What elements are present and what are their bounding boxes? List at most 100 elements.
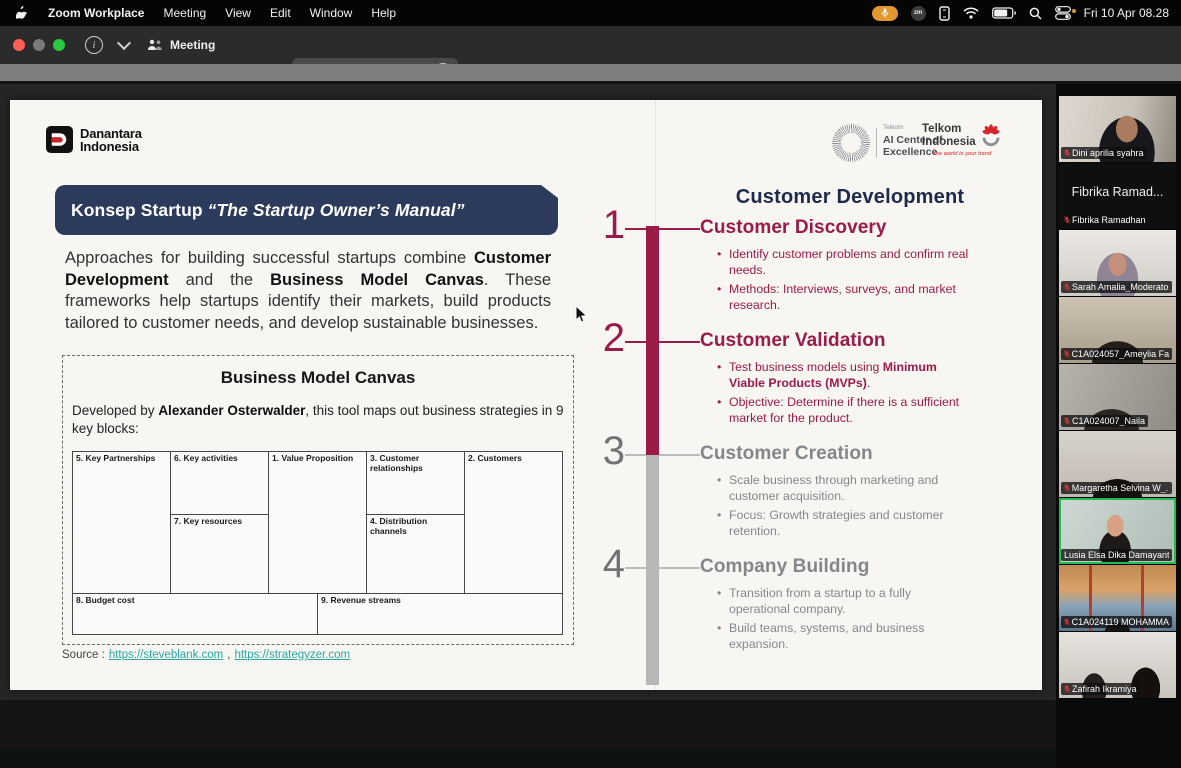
bmc-cell-key-activities: 6. Key activities (171, 452, 268, 515)
muted-mic-icon (1064, 149, 1070, 157)
telkom-hand-icon (978, 123, 1004, 149)
bmc-col-relationships-channels: 3. Customer relationships 4. Distributio… (367, 452, 465, 593)
slide-title-banner: Konsep Startup “The Startup Owner’s Manu… (55, 185, 558, 235)
participant-tile-naila[interactable]: C1A024007_Naila (1059, 364, 1176, 431)
menubar-clock[interactable]: Fri 10 Apr 08.28 (1084, 6, 1169, 20)
source-separator: , (227, 649, 230, 661)
shared-slide: Danantara Indonesia Telkom AI Center of … (10, 100, 1042, 690)
slide-title-quoted: “The Startup Owner’s Manual” (208, 200, 465, 220)
participant-name-badge: C1A024007_Naila (1061, 415, 1148, 427)
menu-item-window[interactable]: Window (310, 6, 353, 20)
timeline-tick-1 (625, 228, 700, 230)
source-label: Source : (62, 649, 105, 661)
participant-name-badge: Dini aprilia syahra (1061, 147, 1147, 159)
participant-tile-mohamma[interactable]: C1A024119 MOHAMMA... (1059, 565, 1176, 632)
muted-mic-icon (1064, 350, 1070, 358)
zoom-menubar-icon[interactable]: zm (911, 6, 926, 21)
source-link-steveblank: https://steveblank.com (109, 649, 223, 661)
zoom-window-title-bar: i Meeting Da Dini aprilia syahra's scree… (0, 26, 1181, 64)
device-status-icon[interactable] (939, 6, 950, 21)
fullscreen-window-button[interactable] (53, 39, 65, 51)
intro-paragraph: Approaches for building successful start… (65, 248, 551, 334)
window-toolbar-band (0, 64, 1181, 81)
muted-mic-icon (1064, 685, 1070, 693)
traffic-lights (0, 39, 65, 51)
participant-name-badge: C1A024057_Ameylia Fa... (1061, 348, 1172, 360)
timeline-tick-3 (625, 454, 700, 456)
bmc-cell-revenue-streams: 9. Revenue streams (318, 594, 562, 634)
bmc-col-activities-resources: 6. Key activities 7. Key resources (171, 452, 269, 593)
muted-mic-icon (1064, 283, 1070, 291)
bmc-cell-budget-cost: 8. Budget cost (73, 594, 318, 634)
timeline-number-1: 1 (585, 205, 625, 245)
danantara-logo-icon (46, 126, 73, 153)
danantara-line1: Danantara (80, 127, 142, 140)
source-link-strategyzer: https://strategyzer.com (234, 649, 350, 661)
timeline-number-3: 3 (585, 431, 625, 471)
telkom-line1: Telkom (922, 123, 976, 136)
macos-menu-bar: Zoom Workplace Meeting View Edit Window … (0, 0, 1181, 26)
participant-name-badge: Fibrika Ramadhan (1061, 214, 1149, 226)
bmc-cell-customers: 2. Customers (465, 452, 562, 593)
window-meeting-label: Meeting (170, 38, 215, 52)
bmc-cell-key-partnerships: 5. Key Partnerships (73, 452, 171, 593)
timeline-tick-4 (625, 567, 700, 569)
telkom-line2: Indonesia (922, 136, 976, 149)
muted-mic-icon (1064, 618, 1070, 626)
menu-item-view[interactable]: View (225, 6, 251, 20)
close-window-button[interactable] (13, 39, 25, 51)
section-customer-validation: Customer Validation •Test business model… (700, 330, 1002, 430)
business-model-canvas-box: Business Model Canvas Developed by Alexa… (62, 355, 574, 645)
timeline-number-2: 2 (585, 318, 625, 358)
participant-name-badge: Zafirah Ikramiya (1061, 683, 1140, 695)
muted-mic-icon (1064, 216, 1070, 224)
section-customer-creation: Customer Creation •Scale business throug… (700, 443, 1002, 543)
bmc-cell-key-resources: 7. Key resources (171, 515, 268, 593)
notification-dot (1072, 9, 1076, 13)
participant-tile-ameylia[interactable]: C1A024057_Ameylia Fa... (1059, 297, 1176, 364)
participant-video-strip: Dini aprilia syahra Fibrika Ramad... Fib… (1059, 96, 1176, 699)
timeline-bar-gray (646, 455, 659, 685)
participant-tile-zafirah[interactable]: Zafirah Ikramiya (1059, 632, 1176, 699)
participant-name-badge: Lusia Elsa Dika Damayanty (1061, 549, 1172, 561)
participant-tile-sarah[interactable]: Sarah Amalia_Moderator (1059, 230, 1176, 297)
section-customer-discovery: Customer Discovery •Identify customer pr… (700, 217, 1002, 317)
participant-name-badge: Margaretha Selvina W_... (1061, 482, 1172, 494)
meeting-info-icon[interactable]: i (85, 36, 103, 54)
participant-tile-dini[interactable]: Dini aprilia syahra (1059, 96, 1176, 163)
spotlight-search-icon[interactable] (1029, 7, 1042, 20)
telkom-tagline: the world in your hand (934, 151, 1022, 157)
participant-display-name: Fibrika Ramad... (1059, 185, 1176, 199)
section-company-building: Company Building •Transition from a star… (700, 556, 1002, 656)
danantara-line2: Indonesia (80, 140, 142, 153)
menu-item-edit[interactable]: Edit (270, 6, 291, 20)
slide-title-plain: Konsep Startup (71, 200, 208, 220)
participants-icon (147, 39, 163, 51)
apple-icon[interactable] (16, 6, 29, 21)
bmc-cell-customer-relationships: 3. Customer relationships (367, 452, 464, 515)
mouse-cursor (575, 305, 588, 329)
participant-tile-lusia-active-speaker[interactable]: Lusia Elsa Dika Damayanty (1059, 498, 1176, 565)
participant-tile-fibrika[interactable]: Fibrika Ramad... Fibrika Ramadhan (1059, 163, 1176, 230)
muted-mic-icon (1064, 417, 1070, 425)
participant-name-badge: Sarah Amalia_Moderator (1061, 281, 1172, 293)
wifi-icon[interactable] (963, 7, 979, 19)
mic-in-use-indicator[interactable] (872, 6, 898, 21)
minimize-window-button[interactable] (33, 39, 45, 51)
chevron-down-icon[interactable] (119, 42, 129, 48)
battery-icon[interactable] (992, 7, 1016, 19)
source-line: Source : https://steveblank.com , https:… (62, 649, 350, 661)
menu-item-meeting[interactable]: Meeting (163, 6, 206, 20)
bmc-canvas-table: 5. Key Partnerships 6. Key activities 7.… (72, 451, 563, 635)
menu-item-help[interactable]: Help (371, 6, 396, 20)
bmc-cell-distribution-channels: 4. Distribution channels (367, 515, 464, 593)
bottom-strip (0, 750, 1181, 768)
control-center-icon[interactable] (1055, 6, 1071, 20)
participant-tile-margaretha[interactable]: Margaretha Selvina W_... (1059, 431, 1176, 498)
screen: Zoom Workplace Meeting View Edit Window … (0, 0, 1181, 768)
timeline-bar-maroon (646, 226, 659, 455)
timeline-tick-2 (625, 341, 700, 343)
participant-name-badge: C1A024119 MOHAMMA... (1061, 616, 1172, 628)
bmc-heading: Business Model Canvas (63, 368, 573, 388)
menu-app-name[interactable]: Zoom Workplace (48, 6, 144, 20)
